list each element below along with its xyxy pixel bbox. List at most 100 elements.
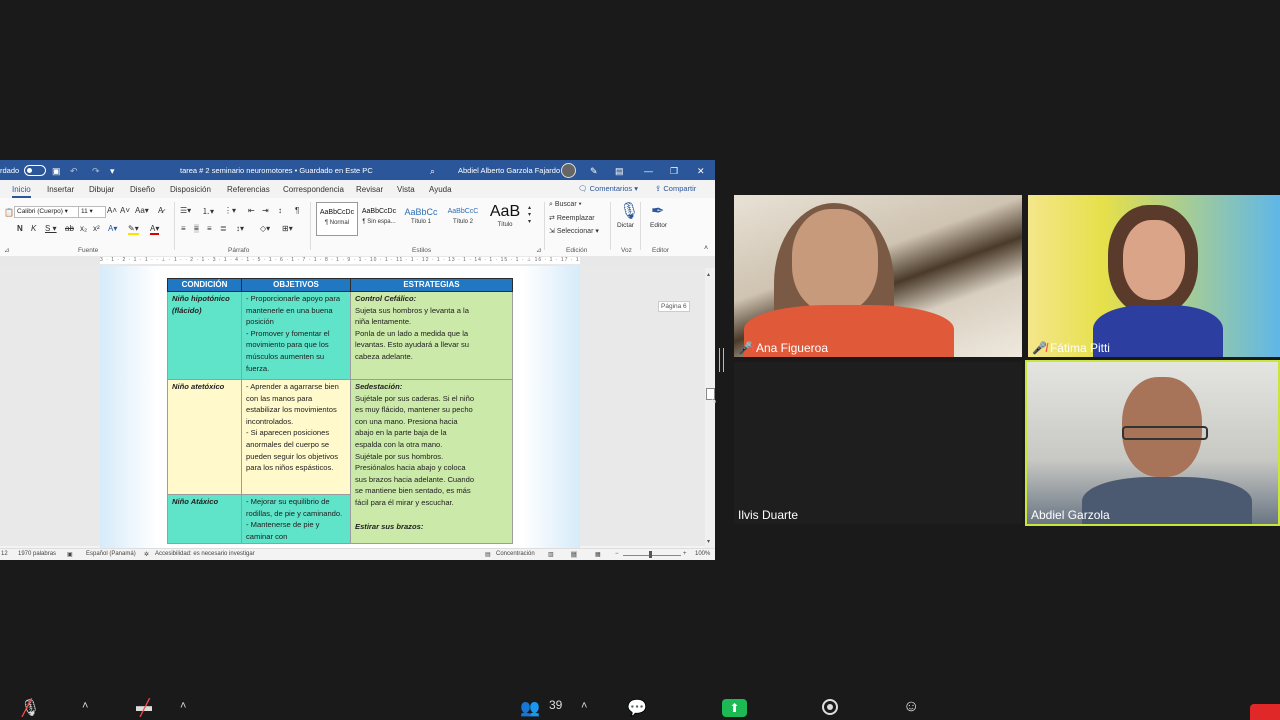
highlight-icon[interactable]: ✎▾ <box>128 224 139 235</box>
align-left-icon[interactable]: ≡ <box>181 224 186 233</box>
leave-button[interactable] <box>1250 704 1280 720</box>
word-window[interactable]: rdado ▣ ↶ ↷ ▾ tarea # 2 seminario neurom… <box>0 160 715 560</box>
styles-scroll-icon[interactable]: ▴ ▾ ▾ <box>528 204 531 225</box>
align-right-icon[interactable]: ≡ <box>207 224 212 233</box>
tab-inicio[interactable]: Inicio <box>12 185 31 198</box>
accessibility-status[interactable]: Accesibilidad: es necesario investigar <box>155 551 255 557</box>
style-titulo-1[interactable]: AaBbCc Título 1 <box>401 202 441 234</box>
audio-options-chevron-icon[interactable]: ˄ <box>82 700 88 712</box>
proofing-icon[interactable]: ▣ <box>67 551 73 558</box>
change-case-icon[interactable]: Aa▾ <box>135 206 149 215</box>
read-mode-icon[interactable]: ▥ <box>548 551 554 558</box>
increase-indent-icon[interactable]: ⇥ <box>262 206 269 215</box>
font-size-box[interactable]: 11 ▾ <box>78 206 106 218</box>
style-titulo[interactable]: AaB Título <box>485 202 525 234</box>
zoom-out-icon[interactable]: − <box>615 551 619 557</box>
style-normal[interactable]: AaBbCcDc ¶ Normal <box>316 202 358 236</box>
tab-referencias[interactable]: Referencias <box>227 185 270 194</box>
word-count[interactable]: 1970 palabras <box>18 551 56 557</box>
vertical-scrollbar[interactable]: ▴ ▾ <box>705 268 715 548</box>
tab-dibujar[interactable]: Dibujar <box>89 185 114 194</box>
objectives-cell[interactable]: - Proporcionarle apoyo para mantenerle e… <box>241 291 351 380</box>
font-name-box[interactable]: Calibri (Cuerpo) ▾ <box>14 206 80 218</box>
share-screen-icon[interactable]: ⬆ <box>722 699 747 717</box>
search-icon[interactable]: ⌕ <box>430 166 435 177</box>
multilevel-icon[interactable]: ⋮▾ <box>224 206 236 215</box>
scroll-up-icon[interactable]: ▴ <box>707 271 710 278</box>
italic-icon[interactable]: K <box>31 224 36 233</box>
clipboard-launcher-icon[interactable]: ⊿ <box>4 246 9 254</box>
objectives-cell[interactable]: - Aprender a agarrarse bien con las mano… <box>241 379 351 495</box>
participants-icon[interactable]: 👥 <box>520 698 540 718</box>
strategy-cell[interactable]: Control Cefálico: Sujeta sus hombros y l… <box>350 291 513 380</box>
borders-icon[interactable]: ⊞▾ <box>282 224 293 233</box>
ruler[interactable]: 3 · 1 · 2 · 1 · 1 · · ⊥ · 1 · · 2 · 1 · … <box>100 257 580 264</box>
tab-insertar[interactable]: Insertar <box>47 185 74 194</box>
style-sin-espaciado[interactable]: AaBbCcDc ¶ Sin espa... <box>359 202 399 234</box>
condition-cell[interactable]: Niño hipotónico (flácido) <box>167 291 242 380</box>
microphone-icon[interactable]: 🎙 <box>619 201 639 221</box>
paste-icon[interactable]: 📋 <box>4 208 14 217</box>
shrink-font-icon[interactable]: A˅ <box>120 206 130 215</box>
user-avatar[interactable] <box>561 163 576 178</box>
text-effects-icon[interactable]: A▾ <box>108 224 117 233</box>
tab-diseno[interactable]: Diseño <box>130 185 155 194</box>
justify-icon[interactable]: ≣ <box>220 224 227 233</box>
strategy-cell[interactable]: Sedestación: Sujétale por sus caderas. S… <box>350 378 513 545</box>
reemplazar-button[interactable]: ⇄ Reemplazar <box>549 214 595 222</box>
restore-icon[interactable]: ❐ <box>670 166 678 177</box>
condition-cell[interactable]: Niño Atáxico <box>167 493 242 545</box>
video-tile-abdiel-garzola[interactable]: Abdiel Garzola <box>1025 360 1280 526</box>
ribbon-display-icon[interactable]: ▤ <box>615 166 624 177</box>
underline-icon[interactable]: S ▾ <box>45 224 57 233</box>
minimize-icon[interactable]: — <box>644 166 653 176</box>
web-layout-icon[interactable]: ▦ <box>595 551 601 558</box>
document-title[interactable]: tarea # 2 seminario neuromotores • Guard… <box>180 166 373 175</box>
save-icon[interactable]: ▣ <box>52 166 61 177</box>
strikethrough-icon[interactable]: ab <box>65 224 74 233</box>
zoom-thumb[interactable] <box>649 551 652 558</box>
numbering-icon[interactable]: ⒈▾ <box>202 206 214 217</box>
video-tile-ilvis-duarte[interactable]: Ilvis Duarte <box>734 362 1022 524</box>
style-titulo-2[interactable]: AaBbCcC Título 2 <box>443 202 483 234</box>
buscar-button[interactable]: ⌕ Buscar ▾ <box>549 201 582 209</box>
print-layout-icon[interactable]: ▤ <box>571 551 577 558</box>
bold-icon[interactable]: N <box>17 224 23 233</box>
condition-cell[interactable]: Niño atetóxico <box>167 379 242 495</box>
language[interactable]: Español (Panamá) <box>86 551 136 557</box>
zoom-slider[interactable] <box>623 555 681 556</box>
user-name[interactable]: Abdiel Alberto Garzola Fajardo <box>458 166 560 175</box>
record-icon[interactable] <box>822 699 838 715</box>
close-icon[interactable]: ✕ <box>697 166 705 177</box>
participants-chevron-icon[interactable]: ˄ <box>581 700 587 712</box>
video-tile-fatima-pitti[interactable]: 🎤̸ Fátima Pitti <box>1028 195 1280 357</box>
video-tile-ana-figueroa[interactable]: 🎤̸ Ana Figueroa <box>734 195 1022 357</box>
pen-icon[interactable]: ✎ <box>590 166 598 177</box>
zoom-level[interactable]: 100% <box>695 551 710 557</box>
customize-qat-icon[interactable]: ▾ <box>110 166 115 177</box>
decrease-indent-icon[interactable]: ⇤ <box>248 206 255 215</box>
tab-vista[interactable]: Vista <box>397 185 415 194</box>
focus-mode[interactable]: Concentración <box>496 551 535 557</box>
collapse-ribbon-icon[interactable]: ˄ <box>704 245 708 252</box>
tab-correspondencia[interactable]: Correspondencia <box>283 185 344 194</box>
align-center-icon[interactable]: ≡ <box>194 224 199 233</box>
editor-icon[interactable]: ✒ <box>651 201 664 221</box>
grow-font-icon[interactable]: A˄ <box>107 206 117 215</box>
tab-disposicion[interactable]: Disposición <box>170 185 211 194</box>
share-button[interactable]: ⇪ Compartir <box>652 183 699 195</box>
autosave-toggle[interactable] <box>24 165 46 176</box>
styles-launcher-icon[interactable]: ⊿ <box>536 246 541 254</box>
objectives-cell[interactable]: - Mejorar su equilibrio de rodillas, de … <box>241 493 351 545</box>
comments-button[interactable]: 🗨 Comentarios ▾ <box>575 183 641 195</box>
subscript-icon[interactable]: x₂ <box>80 224 87 233</box>
editor-button[interactable]: Editor <box>650 222 667 229</box>
font-color-icon[interactable]: A▾ <box>150 224 160 235</box>
video-off-icon[interactable]: ▬ ╱ <box>136 698 152 717</box>
mic-muted-icon[interactable]: 🎙 ╱ <box>20 698 40 718</box>
show-marks-icon[interactable]: ¶ <box>295 206 299 215</box>
sort-icon[interactable]: ↕ <box>278 206 282 215</box>
splitter-handle[interactable] <box>719 348 724 372</box>
superscript-icon[interactable]: x² <box>93 224 100 233</box>
tab-revisar[interactable]: Revisar <box>356 185 383 194</box>
